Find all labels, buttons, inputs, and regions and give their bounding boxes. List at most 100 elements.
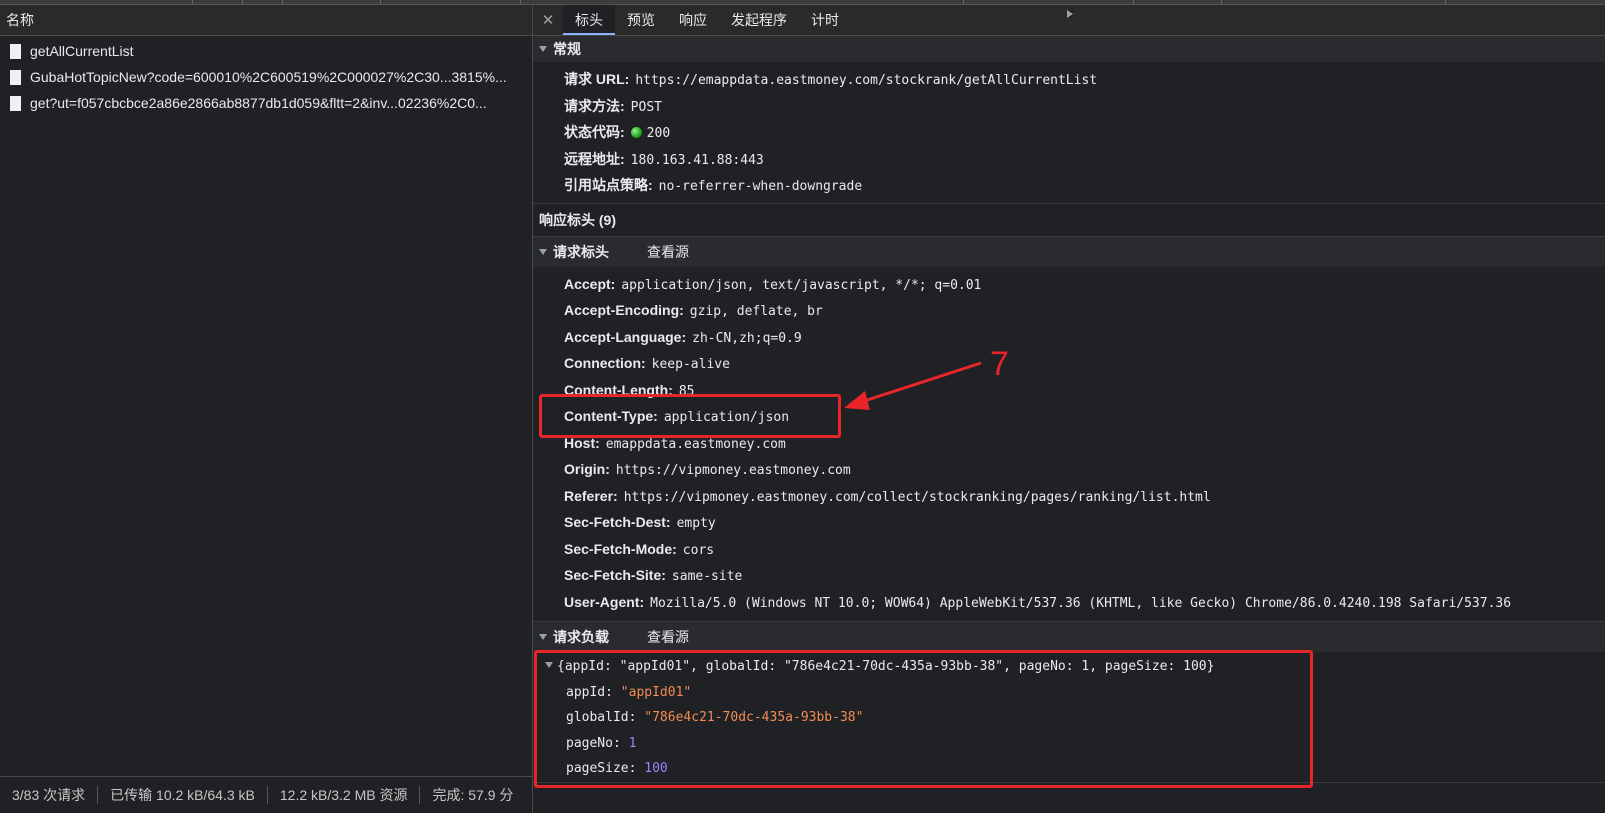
header-value: application/json: [663, 410, 790, 425]
general-section: 常规 请求 URL: https://emappdata.eastmoney.co…: [533, 36, 1605, 204]
header-value: zh-CN,zh;q=0.9: [692, 330, 802, 346]
payload-field: appId: "appId01": [533, 680, 1605, 706]
header-key: 引用站点策略:: [564, 177, 653, 193]
request-detail-pane: ✕ 标头 预览 响应 发起程序 计时 常规 请求 URL: https://ema…: [533, 5, 1605, 813]
annotation-number: 7: [990, 345, 1009, 383]
payload-field: pageNo: 1: [533, 731, 1605, 757]
resources-size: 12.2 kB/3.2 MB 资源: [268, 786, 421, 804]
request-list-pane: 名称 getAllCurrentList GubaHotTopicNew?cod…: [0, 5, 533, 813]
tab-timing[interactable]: 计时: [799, 5, 851, 35]
payload-summary[interactable]: {appId: "appId01", globalId: "786e4c21-7…: [533, 654, 1605, 680]
header-value: emappdata.eastmoney.com: [605, 436, 786, 452]
expand-triangle-icon: [1067, 10, 1073, 18]
document-icon: [10, 43, 21, 59]
tab-preview[interactable]: 预览: [615, 5, 667, 35]
payload-key: pageSize:: [566, 761, 637, 776]
general-row-method: 请求方法: POST: [533, 93, 1605, 120]
collapse-triangle-icon: [539, 46, 547, 52]
document-icon: [10, 95, 21, 111]
request-header-row: Sec-Fetch-Site: same-site: [533, 562, 1605, 589]
header-key: Referer:: [564, 487, 618, 504]
payload-field: globalId: "786e4c21-70dc-435a-93bb-38": [533, 705, 1605, 731]
name-column-header[interactable]: 名称: [0, 5, 532, 36]
payload-key: globalId:: [566, 710, 637, 725]
collapse-triangle-icon: [545, 662, 553, 668]
header-key: 请求方法:: [564, 97, 625, 114]
header-key: Connection:: [564, 355, 646, 371]
payload-value: 1: [628, 735, 637, 751]
request-header-row: Accept-Encoding: gzip, deflate, br: [533, 297, 1605, 324]
header-value: Mozilla/5.0 (Windows NT 10.0; WOW64) App…: [650, 595, 1512, 611]
general-row-remote: 远程地址: 180.163.41.88:443: [533, 146, 1605, 173]
request-header-row: Accept-Language: zh-CN,zh;q=0.9: [533, 324, 1605, 351]
request-item[interactable]: get?ut=f057cbcbce2a86e2866ab8877db1d059&…: [0, 90, 532, 116]
request-header-row: Host: emappdata.eastmoney.com: [533, 430, 1605, 457]
payload-fields: appId: "appId01" globalId: "786e4c21-70dc…: [533, 680, 1605, 782]
tab-headers[interactable]: 标头: [563, 5, 615, 35]
request-headers-section: 请求标头 查看源 Accept: application/json, text/j…: [533, 236, 1605, 622]
header-key: 状态代码:: [564, 124, 625, 140]
section-title: 响应标头 (9): [539, 211, 616, 228]
request-header-row: Referer: https://vipmoney.eastmoney.com/c…: [533, 483, 1605, 510]
header-key: Accept-Encoding:: [564, 302, 684, 318]
collapse-triangle-icon: [539, 634, 547, 640]
header-value: 180.163.41.88:443: [630, 152, 764, 168]
view-source-link[interactable]: 查看源: [647, 624, 689, 650]
request-header-row: Connection: keep-alive: [533, 350, 1605, 377]
request-item[interactable]: getAllCurrentList: [0, 38, 532, 64]
payload-summary-text: {appId: "appId01", globalId: "786e4c21-7…: [557, 659, 1215, 674]
header-value: https://emappdata.eastmoney.com/stockran…: [635, 73, 1098, 88]
header-value: POST: [630, 99, 662, 115]
payload-value: "appId01": [620, 684, 692, 700]
request-item-label: getAllCurrentList: [30, 43, 134, 59]
header-key: User-Agent:: [564, 593, 645, 610]
section-title: 请求负载: [553, 629, 609, 645]
request-header-row: Origin: https://vipmoney.eastmoney.com: [533, 456, 1605, 483]
request-payload-section: 请求负载 查看源 {appId: "appId01", globalId: "7…: [533, 622, 1605, 783]
request-payload-header[interactable]: 请求负载 查看源: [533, 622, 1605, 652]
header-value: cors: [682, 542, 715, 558]
header-key: Sec-Fetch-Site:: [564, 567, 666, 583]
header-key: Content-Length:: [564, 381, 673, 398]
tab-initiator[interactable]: 发起程序: [719, 5, 799, 35]
view-source-link[interactable]: 查看源: [647, 239, 689, 265]
header-key: Accept:: [564, 275, 616, 292]
response-headers-section: 响应标头 (9): [533, 10, 1605, 237]
section-title: 请求标头: [553, 243, 609, 260]
request-header-row: Content-Type: application/json: [533, 403, 1605, 430]
header-value: empty: [676, 516, 716, 531]
response-headers-header[interactable]: 响应标头 (9): [533, 10, 1605, 236]
network-status-bar: 3/83 次请求 已传输 10.2 kB/64.3 kB 12.2 kB/3.2…: [0, 776, 532, 813]
header-key: Sec-Fetch-Mode:: [564, 540, 677, 557]
header-value: application/json, text/javascript, */*; …: [621, 277, 982, 293]
header-value: 85: [678, 383, 695, 399]
close-icon[interactable]: ✕: [533, 11, 563, 29]
general-row-url: 请求 URL: https://emappdata.eastmoney.com/s…: [533, 66, 1605, 93]
request-headers-list: Accept: application/json, text/javascript…: [533, 267, 1605, 622]
tab-response[interactable]: 响应: [667, 5, 719, 35]
header-value: gzip, deflate, br: [689, 304, 823, 319]
request-header-row: Accept: application/json, text/javascript…: [533, 271, 1605, 298]
request-list: getAllCurrentList GubaHotTopicNew?code=6…: [0, 36, 532, 116]
status-ok-icon: [630, 127, 642, 138]
general-section-header[interactable]: 常规: [533, 36, 1605, 62]
document-icon: [10, 69, 21, 85]
request-item-label: get?ut=f057cbcbce2a86e2866ab8877db1d059&…: [30, 95, 487, 111]
header-value: keep-alive: [651, 357, 730, 372]
annotation-arrow: [844, 361, 982, 410]
payload-value: 100: [644, 761, 668, 776]
general-row-referrer-policy: 引用站点策略: no-referrer-when-downgrade: [533, 172, 1605, 199]
header-key: Sec-Fetch-Dest:: [564, 514, 671, 530]
request-header-row: User-Agent: Mozilla/5.0 (Windows NT 10.0;…: [533, 589, 1605, 616]
request-count: 3/83 次请求: [0, 786, 99, 804]
payload-value: "786e4c21-70dc-435a-93bb-38": [644, 710, 864, 725]
request-header-row: Sec-Fetch-Dest: empty: [533, 509, 1605, 536]
header-value: no-referrer-when-downgrade: [658, 179, 863, 194]
request-headers-header[interactable]: 请求标头 查看源: [533, 236, 1605, 267]
payload-field: pageSize: 100: [533, 756, 1605, 782]
request-item[interactable]: GubaHotTopicNew?code=600010%2C600519%2C0…: [0, 64, 532, 90]
request-header-row: Sec-Fetch-Mode: cors: [533, 536, 1605, 563]
header-key: Host:: [564, 434, 600, 451]
header-value: 200: [646, 126, 671, 141]
collapse-triangle-icon: [539, 248, 547, 255]
